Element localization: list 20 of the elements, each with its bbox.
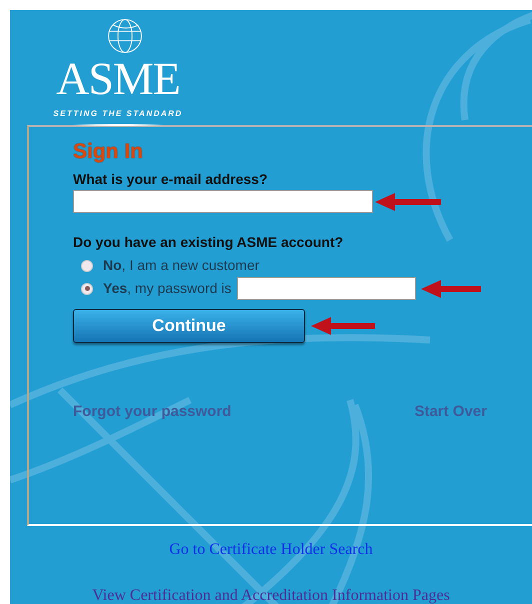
- globe-icon: [107, 18, 143, 54]
- radio-button[interactable]: [81, 260, 93, 272]
- sign-in-title: Sign In: [73, 139, 144, 165]
- logo-tagline: SETTING THE STANDARD: [53, 108, 183, 120]
- arrow-icon: [375, 192, 441, 210]
- radio-label: Yes, my password is: [103, 279, 232, 298]
- continue-button[interactable]: Continue: [73, 309, 305, 343]
- account-question: Do you have an existing ASME account?: [73, 234, 344, 250]
- footer-link[interactable]: Go to Certificate Holder Search: [169, 538, 373, 562]
- radio-label: No, I am a new customer: [103, 256, 260, 275]
- logo-wordmark: ASME: [56, 56, 180, 102]
- email-label: What is your e-mail address?: [73, 171, 268, 187]
- email-field[interactable]: [73, 190, 373, 213]
- footer-link[interactable]: View Certification and Accreditation Information Pages: [92, 584, 450, 604]
- password-field[interactable]: [237, 277, 416, 300]
- text-link[interactable]: Forgot your password: [73, 401, 232, 424]
- text-link[interactable]: Start Over: [414, 401, 487, 424]
- arrow-icon: [421, 280, 482, 298]
- radio-button[interactable]: [81, 282, 93, 294]
- arrow-icon: [311, 317, 375, 335]
